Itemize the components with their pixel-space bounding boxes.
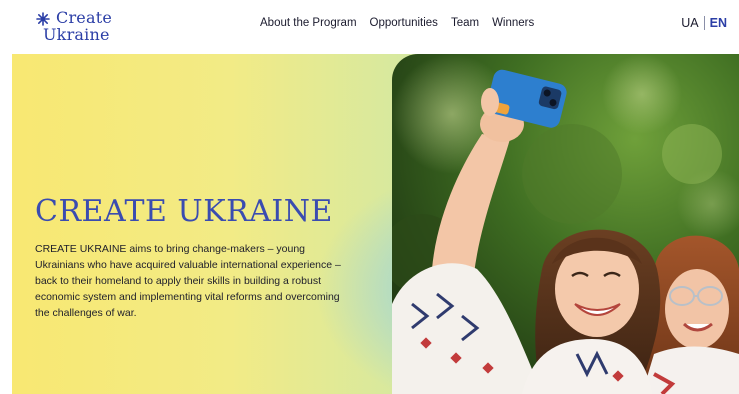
site-logo[interactable]: Create Ukraine bbox=[36, 9, 112, 43]
hero-description: CREATE UKRAINE aims to bring change-make… bbox=[35, 243, 341, 319]
lang-divider bbox=[703, 16, 705, 30]
nav-about-program[interactable]: About the Program bbox=[260, 17, 357, 29]
nav-opportunities[interactable]: Opportunities bbox=[370, 17, 438, 29]
logo-line-1: Create bbox=[56, 8, 112, 27]
sun-burst-icon bbox=[36, 12, 50, 26]
site-header: Create Ukraine About the Program Opportu… bbox=[0, 0, 739, 52]
lang-ua-link[interactable]: UA bbox=[681, 16, 698, 30]
main-nav: About the Program Opportunities Team Win… bbox=[260, 17, 534, 29]
nav-winners[interactable]: Winners bbox=[492, 17, 534, 29]
language-switcher: UA EN bbox=[681, 16, 727, 30]
hero-selfie-photo bbox=[392, 54, 739, 394]
logo-text: Create Ukraine bbox=[43, 8, 112, 43]
logo-line-2: Ukraine bbox=[43, 25, 110, 44]
nav-team[interactable]: Team bbox=[451, 17, 479, 29]
hero-title: CREATE UKRAINE bbox=[35, 194, 333, 229]
lang-en-link[interactable]: EN bbox=[710, 16, 727, 30]
